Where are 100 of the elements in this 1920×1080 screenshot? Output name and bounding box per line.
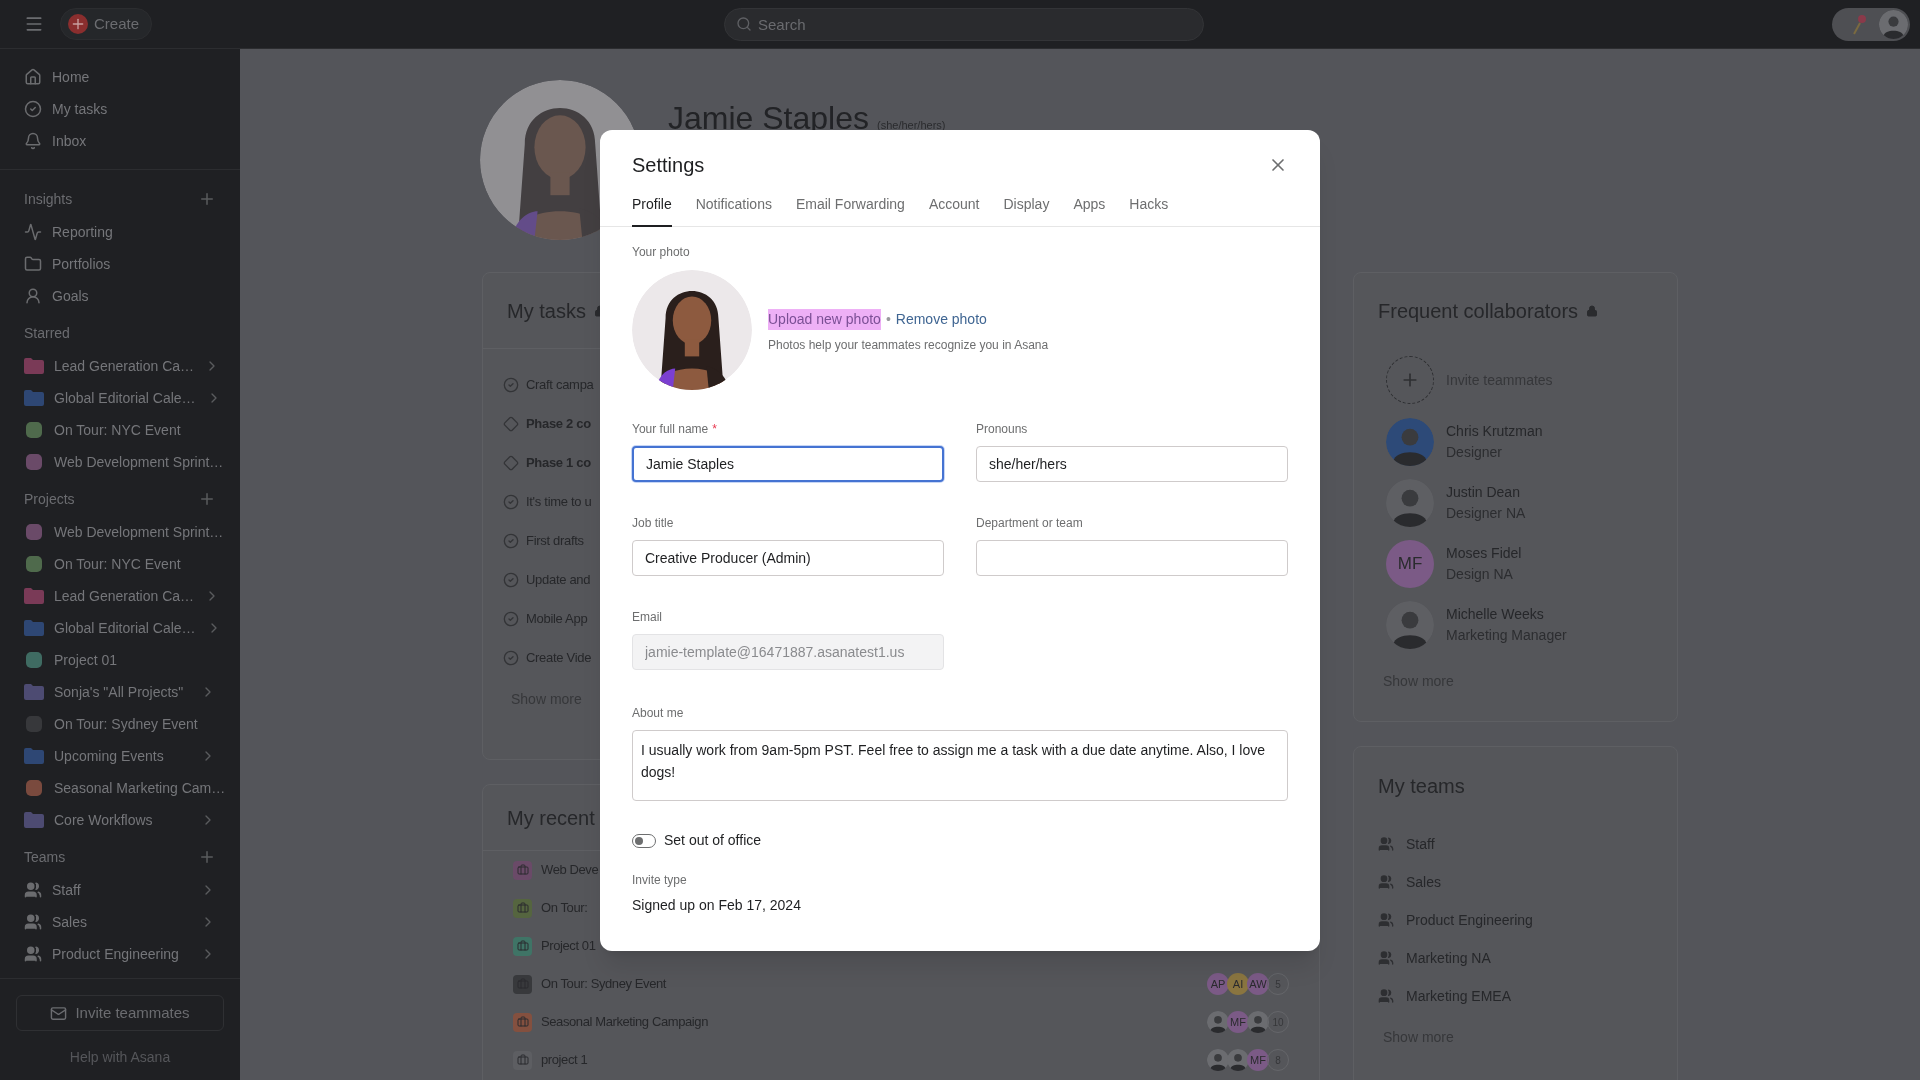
- check-circle-icon[interactable]: [503, 571, 519, 588]
- section-title: Starred: [24, 323, 70, 343]
- line-chart-icon: [24, 223, 42, 241]
- team-icon: [1378, 912, 1394, 928]
- avatar-initials: MF: [1227, 1011, 1249, 1033]
- folder-icon: [24, 812, 44, 828]
- check-circle-icon[interactable]: [503, 610, 519, 627]
- team-icon: [1378, 836, 1394, 852]
- settings-tab[interactable]: Email Forwarding: [795, 194, 905, 227]
- team-icon: [24, 881, 42, 899]
- check-circle-icon[interactable]: [503, 649, 519, 666]
- diamond-icon[interactable]: [503, 454, 519, 471]
- sidebar-item[interactable]: Reporting: [0, 216, 240, 248]
- avatar-icon: [1386, 417, 1434, 466]
- account-pill[interactable]: [1832, 8, 1910, 41]
- section-title: Teams: [24, 847, 66, 867]
- sidebar-item[interactable]: Seasonal Marketing Cam…: [0, 772, 240, 804]
- settings-tab[interactable]: Hacks: [1129, 194, 1169, 227]
- photo-hint: Photos help your teammates recognize you in Asana: [768, 336, 1049, 354]
- sidebar-item[interactable]: Lead Generation Ca…: [0, 580, 240, 612]
- folder-icon: [24, 255, 42, 273]
- sidebar-item[interactable]: Home: [0, 61, 240, 93]
- avatar-icon: [1207, 1011, 1229, 1033]
- sidebar-item[interactable]: Goals: [0, 280, 240, 312]
- sidebar-item[interactable]: On Tour: NYC Event: [0, 548, 240, 580]
- add-icon[interactable]: [198, 490, 216, 508]
- team-icon: [1378, 950, 1394, 966]
- menu-icon[interactable]: [24, 14, 44, 34]
- field-label: About me: [632, 705, 685, 722]
- required-mark: *: [712, 421, 717, 438]
- lock-icon: [1586, 305, 1599, 317]
- upload-photo-link[interactable]: Upload new photo: [768, 308, 881, 330]
- text-field[interactable]: she/her/hers: [976, 446, 1288, 482]
- team-icon: [1378, 988, 1394, 1004]
- settings-tab[interactable]: Profile: [632, 194, 672, 227]
- sidebar-item[interactable]: Core Workflows: [0, 804, 240, 836]
- sidebar-item[interactable]: Portfolios: [0, 248, 240, 280]
- settings-tab[interactable]: Display: [1003, 194, 1050, 227]
- section-title: Projects: [24, 489, 75, 509]
- sidebar-item[interactable]: Sonja's "All Projects": [0, 676, 240, 708]
- separator-dot: •: [885, 309, 891, 329]
- settings-tab[interactable]: Apps: [1073, 194, 1106, 227]
- text-field[interactable]: [976, 540, 1288, 576]
- avatar-initials: AW: [1247, 973, 1269, 995]
- check-circle-icon[interactable]: [503, 493, 519, 510]
- avatar-icon: [1879, 10, 1908, 39]
- sidebar-item[interactable]: Sales: [0, 906, 240, 938]
- about-me-field[interactable]: I usually work from 9am-5pm PST. Feel free to assign me a task with a due date anytime. Also, I love dogs!: [632, 730, 1288, 801]
- sidebar-item[interactable]: Web Development Sprint…: [0, 446, 240, 478]
- sidebar-item[interactable]: Staff: [0, 874, 240, 906]
- sidebar-item[interactable]: Global Editorial Cale…: [0, 612, 240, 644]
- settings-tab[interactable]: Account: [928, 194, 980, 227]
- sidebar-item[interactable]: On Tour: NYC Event: [0, 414, 240, 446]
- avatar-initials: AI: [1227, 973, 1249, 995]
- check-circle-icon: [24, 100, 42, 118]
- check-circle-icon[interactable]: [503, 376, 519, 393]
- avatar-icon: [1247, 1011, 1269, 1033]
- field-label: Pronouns: [976, 421, 1028, 438]
- search-field[interactable]: Search: [724, 8, 1204, 41]
- sidebar-item[interactable]: Global Editorial Cale…: [0, 382, 240, 414]
- avatar-icon: [1207, 1049, 1229, 1071]
- search-icon: [736, 16, 752, 32]
- folder-icon: [24, 588, 44, 604]
- folder-icon: [24, 620, 44, 636]
- team-icon: [24, 945, 42, 963]
- avatar-initials: MF: [1247, 1049, 1269, 1071]
- sidebar-item[interactable]: Product Engineering: [0, 938, 240, 970]
- avatar-icon: [1386, 600, 1434, 649]
- field-label: Job title: [632, 515, 674, 532]
- team-icon: [1378, 874, 1394, 890]
- diamond-icon[interactable]: [503, 415, 519, 432]
- sidebar-item[interactable]: On Tour: Sydney Event: [0, 708, 240, 740]
- text-field[interactable]: Creative Producer (Admin): [632, 540, 944, 576]
- sidebar-item[interactable]: My tasks: [0, 93, 240, 125]
- sidebar-item[interactable]: Lead Generation Ca…: [0, 350, 240, 382]
- avatar-initials: MF: [1386, 539, 1434, 588]
- sidebar-item[interactable]: Upcoming Events: [0, 740, 240, 772]
- sidebar-item[interactable]: Project 01: [0, 644, 240, 676]
- folder-icon: [24, 684, 44, 700]
- settings-tab[interactable]: Notifications: [695, 194, 772, 227]
- team-icon: [24, 913, 42, 931]
- create-button[interactable]: Create: [60, 8, 153, 40]
- sidebar-item[interactable]: Inbox: [0, 125, 240, 157]
- check-circle-icon[interactable]: [503, 532, 519, 549]
- text-field[interactable]: Jamie Staples: [632, 446, 944, 482]
- sidebar-item[interactable]: Web Development Sprint…: [0, 516, 240, 548]
- toggle-switch[interactable]: [632, 833, 656, 848]
- bell-icon: [24, 132, 42, 150]
- avatar-icon: [1386, 478, 1434, 527]
- add-icon[interactable]: [198, 190, 216, 208]
- field-label: Your photo: [632, 244, 691, 261]
- folder-icon: [24, 358, 44, 374]
- add-icon[interactable]: [198, 848, 216, 866]
- section-title: Insights: [24, 189, 73, 209]
- toggle-label: Set out of office: [664, 831, 762, 850]
- field-label: Invite type: [632, 872, 688, 889]
- remove-photo-link[interactable]: Remove photo: [895, 308, 987, 330]
- field-label: Department or team: [976, 515, 1083, 532]
- home-icon: [24, 68, 42, 86]
- invite-teammates-button[interactable]: Invite teammates: [16, 995, 224, 1031]
